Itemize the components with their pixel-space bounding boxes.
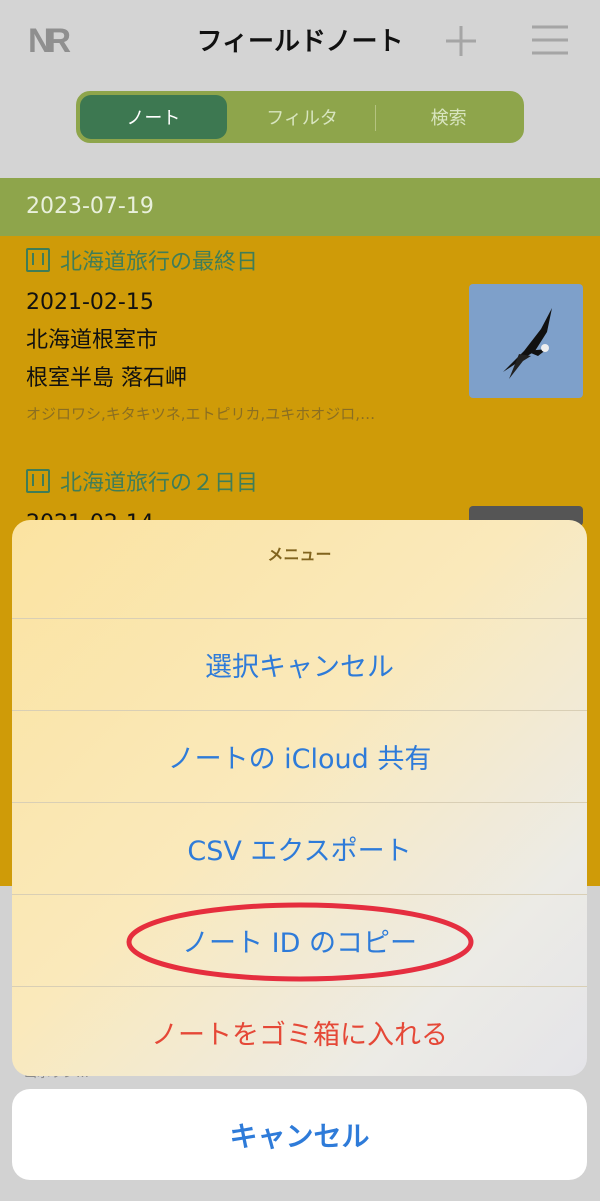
add-note-button[interactable]	[441, 21, 481, 61]
move-to-trash-action[interactable]: ノートをゴミ箱に入れる	[12, 986, 587, 1076]
hamburger-menu-icon	[532, 25, 568, 55]
deselect-action[interactable]: 選択キャンセル	[12, 618, 587, 710]
segment-search[interactable]: 検索	[375, 93, 522, 141]
action-sheet: メニュー 選択キャンセル ノートの iCloud 共有 CSV エクスポート ノ…	[12, 520, 587, 1076]
note-species: オジロワシ,キタキツネ,エトピリカ,ユキホオジロ,…	[26, 405, 376, 423]
notebook-icon	[26, 469, 50, 493]
page-title: フィールドノート	[196, 27, 404, 57]
note-title: 北海道旅行の最終日	[60, 250, 259, 275]
segment-notes[interactable]: ノート	[80, 95, 227, 139]
copy-note-id-action[interactable]: ノート ID のコピー	[12, 894, 587, 986]
note-title: 北海道旅行の２日目	[60, 471, 259, 496]
csv-export-action[interactable]: CSV エクスポート	[12, 802, 587, 894]
icloud-share-action[interactable]: ノートの iCloud 共有	[12, 710, 587, 802]
notebook-icon	[26, 248, 50, 272]
date-section-header: 2023-07-19	[0, 178, 600, 236]
navigation-bar: NR フィールドノート ノート フィルタ 検索	[0, 0, 600, 178]
eagle-image	[503, 308, 552, 379]
sheet-title: メニュー	[267, 545, 332, 564]
segment-filter[interactable]: フィルタ	[229, 93, 376, 141]
menu-button[interactable]	[530, 22, 570, 58]
bird-photo-thumbnail[interactable]	[469, 284, 583, 398]
app-logo: NR	[28, 22, 71, 60]
view-segmented-control: ノート フィルタ 検索	[76, 91, 524, 143]
cancel-button[interactable]: キャンセル	[12, 1089, 587, 1180]
plus-icon	[446, 26, 476, 56]
